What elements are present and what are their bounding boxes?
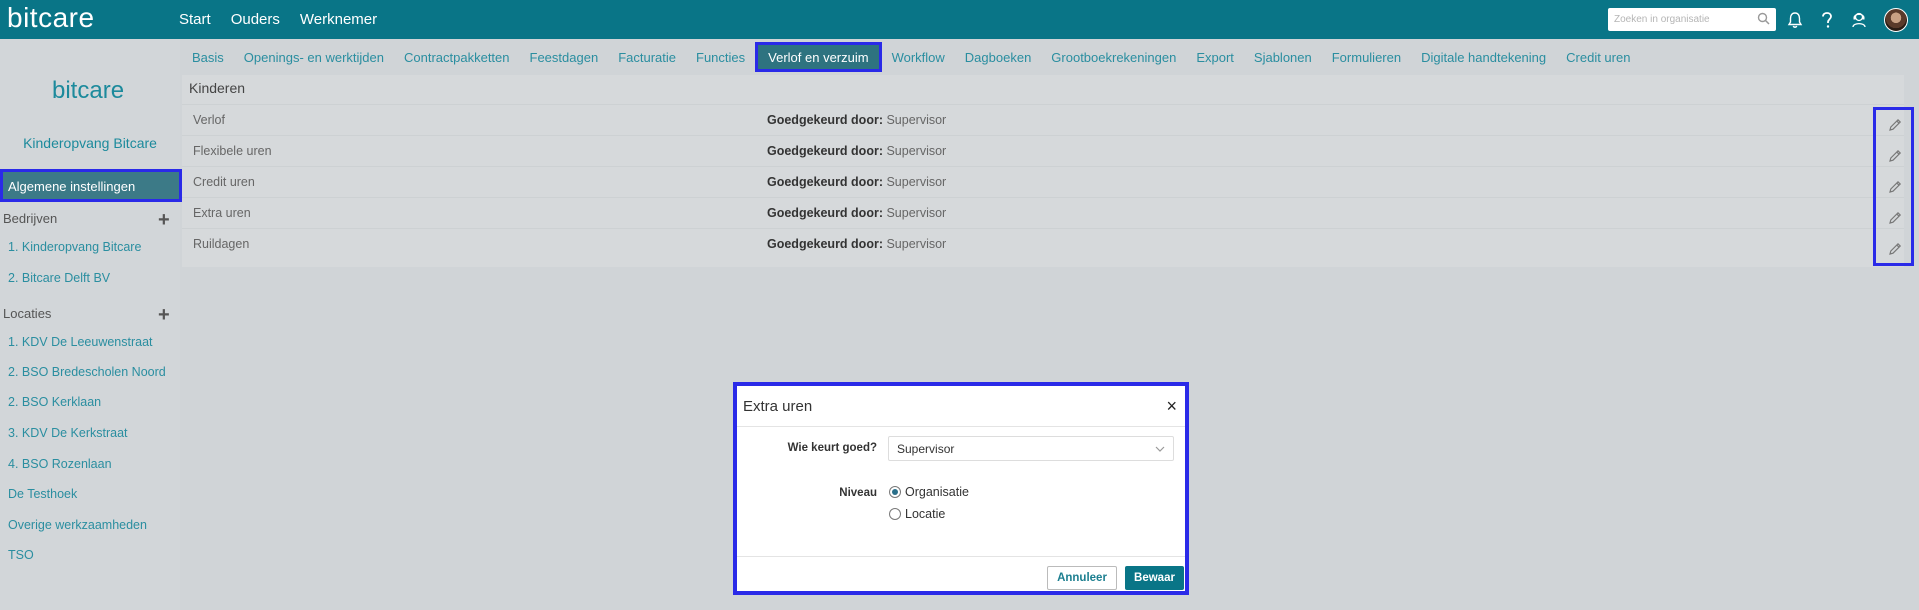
sidebar-item-location[interactable]: 3. KDV De Kerkstraat bbox=[8, 426, 128, 440]
search-input[interactable] bbox=[1608, 9, 1748, 30]
sidebar-item-location[interactable]: Overige werkzaamheden bbox=[8, 518, 147, 532]
sidebar: bitcare Kinderopvang Bitcare Algemene in… bbox=[0, 39, 182, 610]
radio-locatie[interactable]: Locatie bbox=[889, 507, 945, 521]
tab-grootboekrekeningen[interactable]: Grootboekrekeningen bbox=[1041, 42, 1186, 72]
pencil-icon[interactable] bbox=[1886, 178, 1904, 196]
table-row: Verlof Goedgekeurd door: Supervisor bbox=[182, 104, 1904, 135]
tab-credit-uren[interactable]: Credit uren bbox=[1556, 42, 1640, 72]
tab-dagboeken[interactable]: Dagboeken bbox=[955, 42, 1042, 72]
radio-label: Locatie bbox=[905, 507, 946, 521]
row-approver: Goedgekeurd door: Supervisor bbox=[767, 175, 947, 189]
sidebar-logo: bitcare bbox=[52, 77, 125, 104]
sidebar-item-company[interactable]: 1. Kinderopvang Bitcare bbox=[8, 240, 141, 254]
approver-label: Wie keurt goed? bbox=[787, 442, 877, 454]
row-approver: Goedgekeurd door: Supervisor bbox=[767, 113, 947, 127]
tab-functies[interactable]: Functies bbox=[686, 42, 755, 72]
table-row: Credit uren Goedgekeurd door: Supervisor bbox=[182, 166, 1904, 197]
panel-heading: Kinderen bbox=[189, 80, 246, 96]
sidebar-item-location[interactable]: 4. BSO Rozenlaan bbox=[8, 457, 112, 471]
row-approver: Goedgekeurd door: Supervisor bbox=[767, 144, 947, 158]
radio-selected-icon[interactable] bbox=[889, 486, 901, 498]
edit-buttons-column bbox=[1873, 107, 1914, 266]
add-company-plus-icon[interactable]: + bbox=[158, 210, 170, 230]
tab-export[interactable]: Export bbox=[1186, 42, 1244, 72]
top-bar: bitcare Start Ouders Werknemer bbox=[0, 0, 1919, 39]
tab-sjablonen[interactable]: Sjablonen bbox=[1244, 42, 1322, 72]
row-name: Credit uren bbox=[193, 175, 255, 189]
table-row: Flexibele uren Goedgekeurd door: Supervi… bbox=[182, 135, 1904, 166]
tab-facturatie[interactable]: Facturatie bbox=[608, 42, 686, 72]
table-row: Extra uren Goedgekeurd door: Supervisor bbox=[182, 197, 1904, 228]
top-nav: Start Ouders Werknemer bbox=[179, 0, 397, 39]
tab-digitale-handtekening[interactable]: Digitale handtekening bbox=[1411, 42, 1556, 72]
approver-select-value: Supervisor bbox=[897, 442, 955, 456]
row-approver: Goedgekeurd door: Supervisor bbox=[767, 206, 947, 220]
search-box bbox=[1608, 8, 1776, 31]
bell-icon[interactable] bbox=[1784, 9, 1806, 31]
sidebar-item-company[interactable]: 2. Bitcare Delft BV bbox=[8, 271, 110, 285]
help-icon[interactable] bbox=[1816, 9, 1838, 31]
divider bbox=[737, 556, 1185, 557]
sidebar-item-location[interactable]: 2. BSO Kerklaan bbox=[8, 395, 101, 409]
approver-select[interactable]: Supervisor bbox=[888, 436, 1174, 461]
radio-unselected-icon[interactable] bbox=[889, 508, 901, 520]
chevron-down-icon bbox=[1155, 443, 1165, 457]
table-row: Ruildagen Goedgekeurd door: Supervisor bbox=[182, 228, 1904, 259]
sidebar-item-location[interactable]: 1. KDV De Leeuwenstraat bbox=[8, 335, 153, 349]
sidebar-item-general-settings[interactable]: Algemene instellingen bbox=[0, 169, 182, 202]
top-icons bbox=[1784, 0, 1908, 39]
sidebar-item-location[interactable]: TSO bbox=[8, 548, 34, 562]
row-name: Extra uren bbox=[193, 206, 251, 220]
tab-verlof-en-verzuim[interactable]: Verlof en verzuim bbox=[755, 42, 882, 72]
pencil-icon[interactable] bbox=[1886, 147, 1904, 165]
nav-werknemer[interactable]: Werknemer bbox=[300, 11, 377, 28]
companies-heading: Bedrijven bbox=[3, 211, 58, 226]
support-agent-icon[interactable] bbox=[1848, 9, 1870, 31]
pencil-icon[interactable] bbox=[1886, 240, 1904, 258]
close-icon[interactable]: × bbox=[1166, 397, 1177, 415]
pencil-icon[interactable] bbox=[1886, 209, 1904, 227]
radio-label: Organisatie bbox=[905, 485, 969, 499]
locations-heading: Locaties bbox=[3, 306, 52, 321]
divider bbox=[737, 426, 1185, 427]
dialog-title: Extra uren bbox=[743, 398, 813, 415]
bitcare-logo[interactable]: bitcare bbox=[7, 2, 95, 34]
row-approver: Goedgekeurd door: Supervisor bbox=[767, 237, 947, 251]
level-label: Niveau bbox=[839, 487, 877, 499]
organisation-name[interactable]: Kinderopvang Bitcare bbox=[0, 135, 180, 151]
tab-openingstijden[interactable]: Openings- en werktijden bbox=[234, 42, 394, 72]
tab-feestdagen[interactable]: Feestdagen bbox=[520, 42, 609, 72]
sidebar-item-location[interactable]: De Testhoek bbox=[8, 487, 77, 501]
tab-workflow[interactable]: Workflow bbox=[882, 42, 955, 72]
nav-start[interactable]: Start bbox=[179, 11, 211, 28]
tab-basis[interactable]: Basis bbox=[182, 42, 234, 72]
sidebar-item-location[interactable]: 2. BSO Bredescholen Noord bbox=[8, 365, 166, 379]
row-name: Flexibele uren bbox=[193, 144, 272, 158]
row-name: Ruildagen bbox=[193, 237, 250, 251]
radio-organisatie[interactable]: Organisatie bbox=[889, 485, 969, 499]
pencil-icon[interactable] bbox=[1886, 116, 1904, 134]
add-location-plus-icon[interactable]: + bbox=[158, 305, 170, 325]
tab-contractpakketten[interactable]: Contractpakketten bbox=[394, 42, 520, 72]
nav-ouders[interactable]: Ouders bbox=[231, 11, 280, 28]
leave-settings-panel: Kinderen Verlof Goedgekeurd door: Superv… bbox=[182, 75, 1904, 267]
save-button[interactable]: Bewaar bbox=[1125, 566, 1184, 590]
tab-formulieren[interactable]: Formulieren bbox=[1322, 42, 1411, 72]
user-avatar[interactable] bbox=[1884, 7, 1908, 32]
extra-uren-dialog: Extra uren × Wie keurt goed? Supervisor … bbox=[733, 382, 1189, 595]
row-name: Verlof bbox=[193, 113, 225, 127]
search-icon[interactable] bbox=[1757, 12, 1770, 30]
cancel-button[interactable]: Annuleer bbox=[1047, 566, 1117, 590]
settings-tabs: Basis Openings- en werktijden Contractpa… bbox=[182, 39, 1640, 75]
